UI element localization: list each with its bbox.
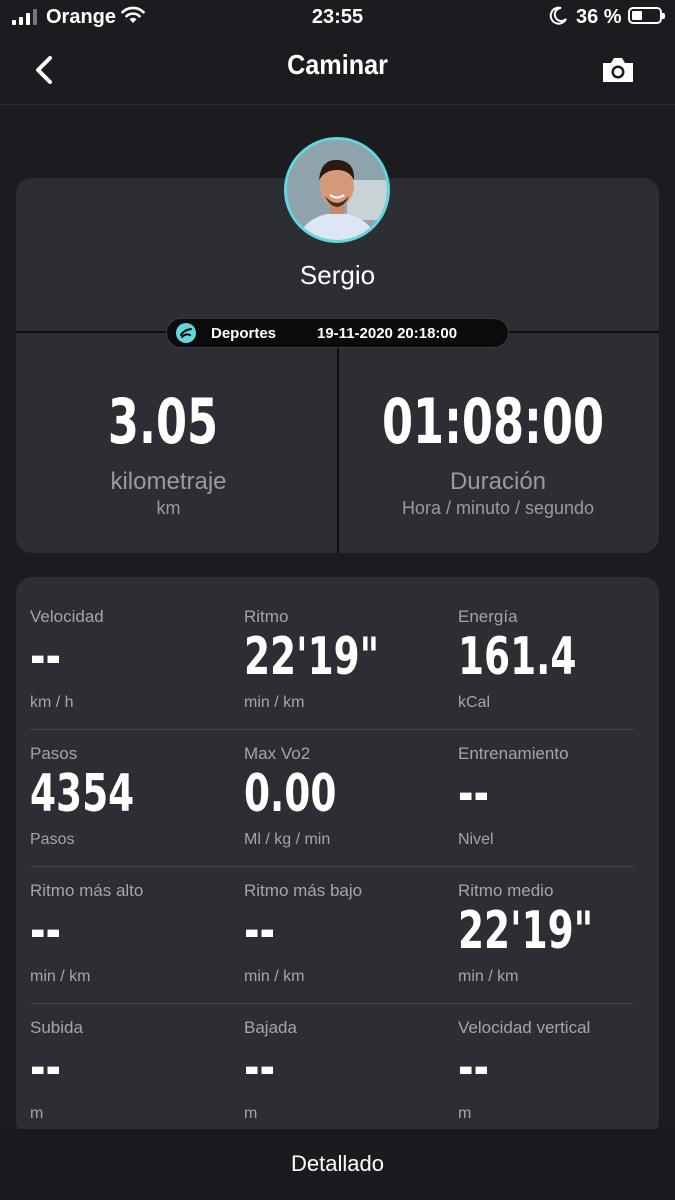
stat-unit: m	[30, 1105, 44, 1122]
detailed-button[interactable]: Detallado	[0, 1151, 675, 1177]
divider	[337, 333, 339, 553]
duration-label: Duración	[449, 468, 547, 495]
stat-unit: m	[244, 1105, 258, 1122]
divider	[30, 1003, 634, 1004]
stat-unit: Ml / kg / min	[244, 831, 331, 848]
stat-title: Pasos	[30, 744, 78, 763]
stat-value: 0.00	[244, 764, 337, 824]
stat-unit: kCal	[458, 694, 491, 711]
stat-unit: m	[458, 1105, 472, 1122]
stat-value: 22'19"	[244, 627, 380, 687]
avatar	[284, 137, 390, 243]
stat-unit: min / km	[244, 968, 305, 985]
stat-unit: Nivel	[458, 831, 494, 848]
stat-unit: min / km	[30, 968, 91, 985]
stat-value: 161.4	[458, 627, 577, 687]
activity-info-pill: Deportes 19-11-2020 20:18:00	[166, 318, 509, 348]
moon-icon	[549, 6, 567, 25]
distance-label: kilometraje	[110, 468, 227, 495]
stat-unit: Pasos	[30, 831, 75, 848]
status-bar: Orange 23:55 36 %	[0, 0, 675, 36]
stat-title: Velocidad vertical	[458, 1018, 591, 1037]
activity-datetime: 19-11-2020 20:18:00	[317, 325, 458, 342]
stat-title: Max Vo2	[244, 744, 311, 763]
stat-title: Energía	[458, 607, 518, 626]
stat-unit: km / h	[30, 694, 74, 711]
distance-value: 3.05	[107, 385, 219, 458]
page-title: Caminar	[287, 49, 388, 80]
stat-title: Ritmo más alto	[30, 881, 144, 900]
stat-title: Ritmo más bajo	[244, 881, 363, 900]
stat-value: 4354	[30, 764, 135, 824]
duration-unit: Hora / minuto / segundo	[401, 498, 595, 518]
stat-unit: min / km	[458, 968, 519, 985]
stat-title: Bajada	[244, 1018, 297, 1037]
divider	[30, 729, 634, 730]
bottom-bar: Detallado	[0, 1129, 675, 1200]
stat-value: --	[244, 1038, 276, 1098]
clock: 23:55	[311, 6, 364, 28]
stat-value: --	[30, 1038, 62, 1098]
stat-value: 22'19"	[458, 901, 594, 961]
divider	[30, 866, 634, 867]
battery-icon	[628, 7, 665, 24]
activity-type: Deportes	[211, 325, 277, 342]
duration-value: 01:08:00	[381, 385, 605, 458]
stat-title: Subida	[30, 1018, 83, 1037]
user-name: Sergio	[299, 260, 376, 290]
stat-title: Velocidad	[30, 607, 104, 626]
stat-value: --	[458, 1038, 490, 1098]
stat-value: --	[30, 901, 62, 961]
stat-unit: min / km	[244, 694, 305, 711]
camera-icon[interactable]	[600, 54, 636, 86]
stat-title: Ritmo	[244, 607, 289, 626]
stat-title: Entrenamiento	[458, 744, 569, 763]
stat-value: --	[244, 901, 276, 961]
sport-logo-icon	[176, 323, 196, 343]
stat-title: Ritmo medio	[458, 881, 554, 900]
stat-value: --	[458, 764, 490, 824]
distance-unit: km	[156, 498, 181, 518]
battery-percent: 36 %	[576, 6, 622, 28]
nav-bar: Caminar	[0, 36, 675, 105]
stat-value: --	[30, 627, 62, 687]
